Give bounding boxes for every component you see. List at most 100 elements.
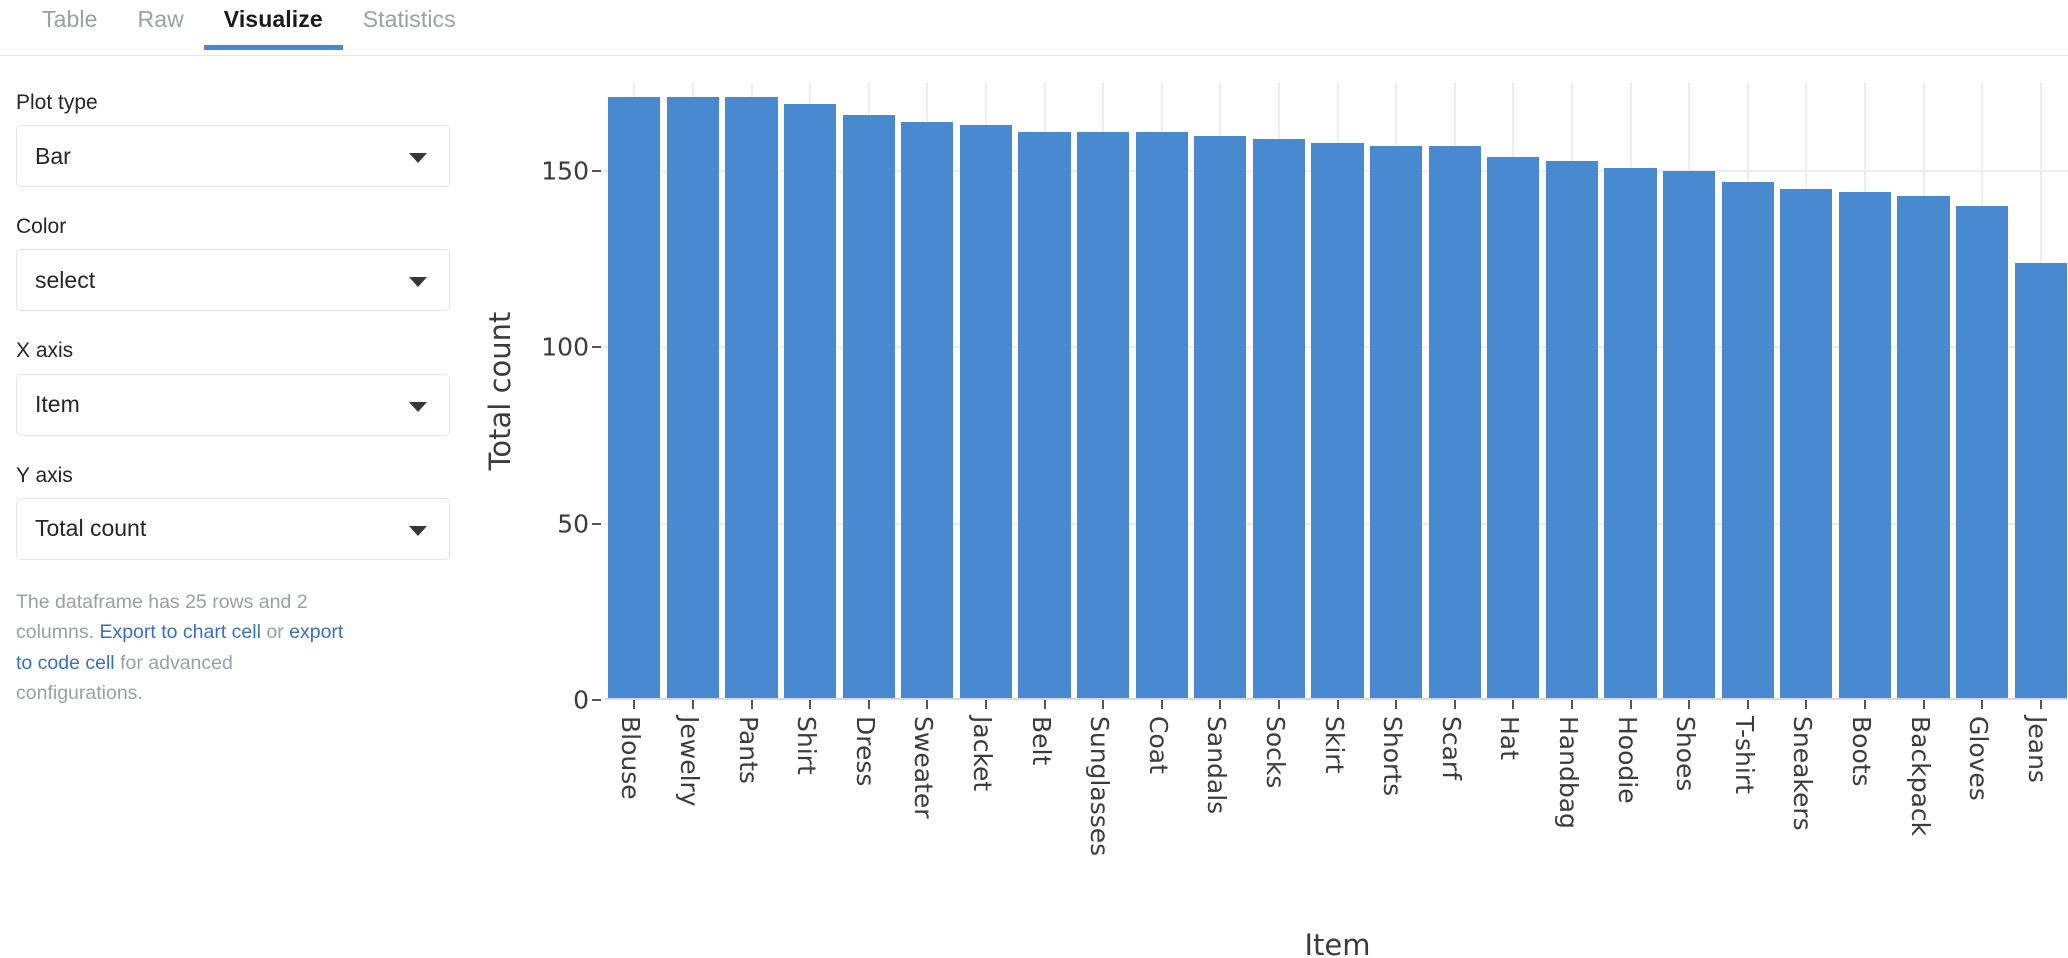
tab-bar: Table Raw Visualize Statistics	[0, 0, 2068, 56]
dataframe-note: The dataframe has 25 rows and 2 columns.…	[16, 587, 346, 709]
bar	[1252, 139, 1305, 700]
x-axis-tick-mark	[691, 700, 694, 709]
x-axis-tick-mark	[809, 700, 812, 709]
bar	[842, 114, 895, 700]
x-axis-tick-label: Blouse	[616, 716, 646, 800]
bar	[959, 125, 1012, 700]
x-axis-tick-mark	[1688, 700, 1691, 709]
x-axis-tick-label: Hoodie	[1612, 716, 1642, 804]
color-select[interactable]: select	[16, 249, 450, 312]
x-axis-tick-label: Jeans	[2022, 716, 2052, 783]
chart-panel: Total count 0 50 100 150 Blouse Jewelry Pants S…	[470, 56, 2068, 958]
bar	[784, 104, 837, 700]
x-axis-tick-label: Gloves	[1964, 716, 1994, 801]
field-x-axis: X axis Item	[16, 338, 470, 436]
x-axis-tick-label: Shoes	[1671, 716, 1701, 792]
note-or-text: or	[260, 621, 290, 644]
bar	[1721, 181, 1774, 700]
x-axis-tick-mark	[1629, 700, 1632, 709]
bar	[1077, 132, 1130, 700]
x-axis-tick-mark	[1336, 700, 1339, 709]
x-axis-tick-mark	[1512, 700, 1515, 709]
x-axis-tick-label: Hat	[1495, 716, 1525, 760]
x-axis-tick-mark	[1395, 700, 1398, 709]
bar	[1194, 135, 1247, 700]
x-axis-tick-mark	[1043, 700, 1046, 709]
bar	[1311, 142, 1364, 700]
bar	[666, 97, 719, 700]
tab-visualize[interactable]: Visualize	[203, 0, 343, 50]
chart-bars	[605, 83, 2068, 700]
y-axis-tick-label: 0	[573, 685, 589, 715]
plot-type-label: Plot type	[16, 91, 98, 114]
x-axis-label: X axis	[16, 339, 74, 363]
tab-raw[interactable]: Raw	[117, 0, 203, 49]
tab-table[interactable]: Table	[22, 0, 117, 49]
bar	[2014, 262, 2067, 700]
bar	[1780, 188, 1833, 700]
x-axis-tick-label: Handbag	[1553, 716, 1583, 829]
plot-type-value: Bar	[35, 142, 71, 169]
x-axis-tick-label: Scarf	[1436, 716, 1466, 781]
field-plot-type: Plot type Bar	[16, 90, 470, 188]
x-axis-tick-label: Boots	[1846, 716, 1876, 787]
x-axis-tick-mark	[1453, 700, 1456, 709]
bar	[1956, 206, 2009, 700]
x-axis-tick-mark	[633, 700, 636, 709]
tab-statistics[interactable]: Statistics	[343, 0, 476, 49]
plot-type-select[interactable]: Bar	[16, 125, 450, 188]
chevron-down-icon	[409, 525, 427, 536]
x-axis-tick-label: Jacket	[967, 716, 997, 792]
x-axis-tick-mark	[1160, 700, 1163, 709]
x-axis-tick-mark	[1981, 700, 1984, 709]
x-axis-tick-label: Jewelry	[674, 716, 704, 807]
x-axis-tick-label: Backpack	[1905, 716, 1935, 837]
y-axis-select[interactable]: Total count	[16, 497, 450, 560]
x-axis-select[interactable]: Item	[16, 373, 450, 436]
bar	[1604, 167, 1657, 700]
x-axis-tick-mark	[1863, 700, 1866, 709]
bar	[1428, 146, 1481, 700]
x-axis-tick-mark	[2039, 700, 2042, 709]
bar	[1370, 146, 1423, 700]
chevron-down-icon	[409, 277, 427, 288]
x-axis-tick-mark	[984, 700, 987, 709]
field-y-axis: Y axis Total count	[16, 463, 470, 560]
bar	[1897, 195, 1950, 700]
bar	[1018, 132, 1071, 700]
color-value: select	[35, 266, 96, 293]
plot-controls-sidebar: Plot type Bar Color select X axis Item Y…	[0, 56, 470, 958]
x-axis-tick-mark	[1746, 700, 1749, 709]
x-axis-tick-mark	[1219, 700, 1222, 709]
y-axis-tick-mark	[592, 170, 601, 173]
chevron-down-icon	[409, 401, 427, 412]
x-axis-tick-mark	[750, 700, 753, 709]
x-axis-tick-label: T-shirt	[1729, 716, 1759, 794]
chevron-down-icon	[409, 153, 427, 164]
y-axis-tick-label: 150	[541, 156, 589, 186]
x-axis-tick-mark	[1805, 700, 1808, 709]
y-axis-tick-mark	[592, 699, 601, 701]
y-axis-tick-label: 100	[541, 332, 589, 362]
bar	[725, 97, 778, 700]
y-axis-tick-mark	[592, 522, 601, 525]
x-axis-tick-label: Sunglasses	[1085, 716, 1115, 857]
y-axis-tick-mark	[592, 346, 601, 349]
x-axis-tick-mark	[926, 700, 929, 709]
x-axis-tick-mark	[1277, 700, 1280, 709]
x-axis-tick-label: Sneakers	[1788, 716, 1818, 831]
export-to-chart-cell-link[interactable]: Export to chart cell	[99, 621, 260, 643]
bar	[1487, 157, 1540, 700]
bar-chart-plot: 0 50 100 150 Blouse Jewelry Pants Shirt Dress Swe…	[541, 83, 2068, 856]
bar	[1663, 171, 1716, 700]
x-axis-tick-label: Coat	[1143, 716, 1173, 774]
x-axis-tick-label: Pants	[733, 716, 763, 784]
y-axis-title: Total count	[483, 311, 517, 471]
bar	[1545, 160, 1598, 700]
y-axis-tick-label: 50	[557, 509, 589, 539]
bar	[608, 97, 661, 700]
x-axis-tick-label: Sandals	[1202, 716, 1232, 815]
x-axis-tick-mark	[1102, 700, 1105, 709]
y-axis-label: Y axis	[16, 463, 73, 487]
x-axis-tick-label: Shorts	[1378, 716, 1408, 797]
